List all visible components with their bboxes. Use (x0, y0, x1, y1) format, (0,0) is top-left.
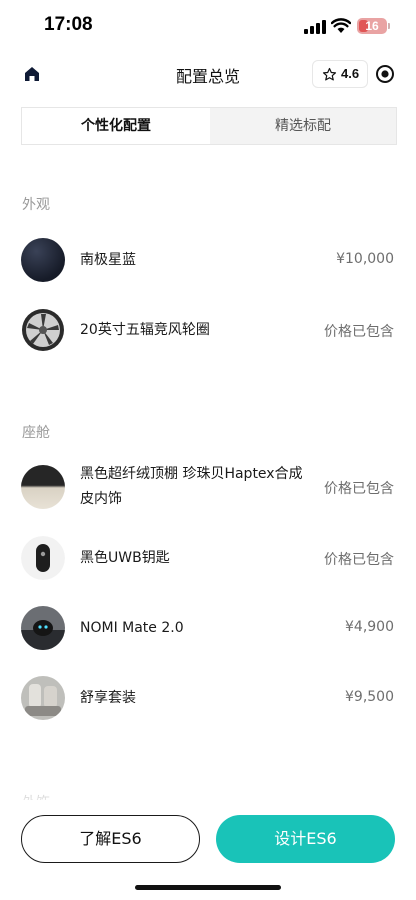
list-item[interactable]: 舒享套装 ¥9,500 (0, 676, 416, 720)
section-title-cabin: 座舱 (22, 425, 50, 441)
item-price: 价格已包含 (324, 324, 394, 340)
design-es6-button[interactable]: 设计ES6 (216, 815, 395, 863)
wheel-icon (22, 309, 64, 351)
battery-level: 16 (365, 19, 379, 33)
learn-es6-button[interactable]: 了解ES6 (21, 815, 200, 863)
item-price: 价格已包含 (324, 481, 394, 497)
section-title-exterior: 外观 (22, 197, 50, 213)
list-item[interactable]: 黑色超纤绒顶棚 珍珠贝Haptex合成皮内饰 价格已包含 (0, 465, 416, 509)
nav-bar: 配置总览 4.6 (0, 52, 416, 96)
item-price: 价格已包含 (324, 552, 394, 568)
target-icon[interactable] (375, 64, 395, 84)
paint-swatch-icon (21, 238, 65, 282)
status-bar: 17:08 16 (0, 0, 416, 52)
item-name: 舒享套装 (80, 690, 136, 706)
key-fob-icon (21, 536, 65, 580)
item-price: ¥4,900 (345, 619, 394, 635)
item-name: 南极星蓝 (80, 252, 136, 268)
list-item[interactable]: 南极星蓝 ¥10,000 (0, 238, 416, 282)
rating-value: 4.6 (341, 66, 360, 81)
item-name: 20英寸五辐竞风轮圈 (80, 322, 210, 338)
item-name: NOMI Mate 2.0 (80, 620, 184, 636)
star-icon (322, 67, 337, 81)
config-tabs: 个性化配置 精选标配 (21, 107, 397, 145)
interior-swatch-icon (21, 465, 65, 509)
wifi-icon (331, 18, 351, 33)
rating-button[interactable]: 4.6 (312, 60, 368, 88)
list-item[interactable]: NOMI Mate 2.0 ¥4,900 (0, 606, 416, 650)
battery-icon: 16 (357, 18, 387, 34)
home-indicator[interactable] (135, 885, 281, 890)
list-item[interactable]: 黑色UWB钥匙 价格已包含 (0, 536, 416, 580)
list-item[interactable]: 20英寸五辐竞风轮圈 价格已包含 (0, 308, 416, 352)
tab-personalized[interactable]: 个性化配置 (22, 108, 210, 144)
status-time: 17:08 (44, 14, 93, 35)
item-price: ¥9,500 (345, 689, 394, 705)
item-name: 黑色超纤绒顶棚 珍珠贝Haptex合成皮内饰 (80, 466, 303, 507)
seat-icon (21, 676, 65, 720)
item-name: 黑色UWB钥匙 (80, 550, 170, 566)
item-price: ¥10,000 (336, 251, 394, 267)
nomi-icon (21, 606, 65, 650)
cellular-signal-icon (304, 20, 326, 34)
battery-cap (388, 23, 390, 29)
tab-featured-standard[interactable]: 精选标配 (210, 108, 396, 144)
